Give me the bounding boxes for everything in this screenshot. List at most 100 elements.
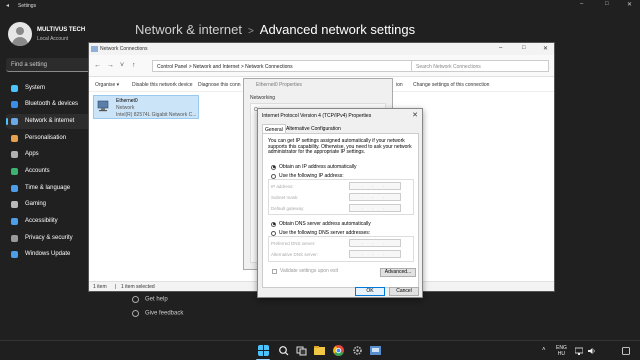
sidebar-item-label: Personalisation — [25, 135, 67, 141]
adapter-ethernet0[interactable]: Ethernet0 Network Intel(R) 82574L Gigabi… — [93, 95, 199, 119]
accessibility-icon — [11, 218, 18, 225]
breadcrumb-parent[interactable]: Network & internet — [135, 22, 242, 37]
back-icon[interactable]: ← — [94, 62, 101, 69]
diagnose-command[interactable]: Diagnose this conn — [198, 82, 241, 88]
ip-address-field[interactable]: . . . — [349, 182, 401, 190]
sidebar-item-label: System — [25, 85, 46, 91]
language-indicator[interactable]: ENG HU — [556, 345, 567, 357]
radio-selected-icon — [271, 164, 276, 170]
obtain-dns-automatically-radio[interactable]: Obtain DNS server address automatically — [271, 221, 371, 227]
maximize-button[interactable]: □ — [605, 1, 609, 7]
nc-minimize-button[interactable]: – — [499, 45, 502, 51]
selection-indicator — [6, 118, 8, 125]
selected-count: 1 item selected — [121, 284, 155, 290]
sidebar-item-label: Privacy & security — [25, 235, 73, 241]
search-icon[interactable] — [278, 345, 289, 356]
change-settings-command[interactable]: Change settings of this connection — [413, 82, 489, 88]
path-network-internet[interactable]: Network and Internet — [193, 64, 239, 70]
brush-icon — [11, 135, 18, 142]
preferred-dns-field[interactable]: . . . — [349, 239, 401, 247]
ok-button[interactable]: OK — [355, 287, 385, 296]
network-adapter-icon — [97, 100, 109, 112]
nc-search-input[interactable]: Search Network Connections — [411, 60, 549, 72]
nc-titlebar: Network Connections – □ ✕ — [89, 43, 554, 55]
forward-icon[interactable]: → — [107, 62, 114, 69]
general-panel: You can get IP settings assigned automat… — [262, 133, 419, 288]
adapter-status: Network — [116, 105, 135, 111]
wifi-icon — [11, 118, 18, 125]
nc-close-button[interactable]: ✕ — [543, 45, 548, 52]
validate-settings-checkbox[interactable]: Validate settings upon exit — [272, 268, 338, 274]
path-separator: > — [188, 64, 192, 70]
settings-app-title: Settings — [18, 3, 37, 9]
sidebar-item-label: Apps — [25, 151, 39, 157]
subnet-mask-field[interactable]: . . . — [349, 193, 401, 201]
sidebar-item-label: Windows Update — [25, 251, 71, 257]
organise-menu[interactable]: Organise ▾ — [95, 82, 119, 88]
monitor-icon — [11, 85, 18, 92]
apps-icon — [11, 151, 18, 158]
tab-general[interactable]: General — [262, 124, 286, 133]
subnet-mask-label: Subnet mask: — [271, 195, 299, 200]
adapter-name: Ethernet0 — [116, 98, 138, 104]
status-separator: | — [115, 284, 117, 290]
avatar[interactable] — [8, 22, 32, 46]
ip-settings-description: You can get IP settings assigned automat… — [268, 138, 412, 156]
sidebar-item-label: Gaming — [25, 201, 47, 207]
obtain-ip-automatically-radio[interactable]: Obtain an IP address automatically — [271, 164, 356, 170]
settings-gear-icon[interactable] — [352, 345, 363, 356]
ethernet-properties-title: Ethernet0 Properties — [256, 82, 302, 88]
network-status-icon[interactable] — [575, 347, 583, 355]
preferred-dns-label: Preferred DNS server: — [271, 241, 316, 246]
get-help-link[interactable]: Get help — [132, 296, 168, 303]
path-network-connections[interactable]: Network Connections — [245, 64, 293, 70]
dialog-close-button[interactable]: ✕ — [412, 111, 418, 119]
sidebar-item-label: Bluetooth & devices — [25, 101, 79, 107]
ip-address-label: IP address: — [271, 184, 294, 189]
disable-device-command[interactable]: Disable this network device — [132, 82, 193, 88]
gamepad-icon — [11, 201, 18, 208]
sidebar-item-label: Accessibility — [25, 218, 58, 224]
close-button[interactable]: ✕ — [627, 1, 632, 8]
give-feedback-link[interactable]: Give feedback — [132, 310, 183, 317]
tab-alternative-configuration[interactable]: Alternative Configuration — [284, 124, 343, 133]
radio-unselected-icon — [271, 230, 276, 236]
up-icon[interactable]: ↑ — [132, 62, 136, 69]
advanced-button[interactable]: Advanced... — [380, 268, 416, 277]
default-gateway-label: Default gateway: — [271, 206, 305, 211]
file-explorer-icon[interactable] — [314, 345, 325, 356]
windows-start-icon[interactable] — [258, 345, 269, 356]
default-gateway-field[interactable]: . . . — [349, 204, 401, 212]
network-connections-icon[interactable] — [370, 345, 381, 356]
settings-titlebar: ◂ Settings – □ ✕ — [0, 0, 640, 12]
adapter-device: Intel(R) 82574L Gigabit Network C... — [116, 112, 197, 118]
minimize-button[interactable]: – — [580, 1, 583, 7]
feedback-icon — [132, 310, 139, 317]
recent-chevron-icon[interactable]: ˅ — [120, 62, 124, 69]
nc-maximize-button[interactable]: □ — [522, 45, 526, 51]
chevron-up-icon[interactable]: ˄ — [542, 347, 546, 353]
alternative-dns-field[interactable]: . . . — [349, 250, 401, 258]
chrome-icon[interactable] — [333, 345, 344, 356]
radio-unselected-icon — [271, 173, 276, 179]
tab-networking[interactable]: Networking — [250, 95, 275, 101]
command-fragment[interactable]: ion — [396, 82, 403, 88]
search-placeholder: Find a setting — [11, 62, 48, 68]
dialog-title: Internet Protocol Version 4 (TCP/IPv4) P… — [262, 113, 372, 119]
sidebar-item-label: Network & internet — [25, 118, 75, 124]
network-folder-icon — [91, 46, 98, 52]
back-arrow-icon[interactable]: ◂ — [6, 2, 9, 9]
address-bar: ← → ˅ ↑ Control Panel > Network and Inte… — [89, 55, 554, 77]
radio-label: Obtain DNS server address automatically — [279, 221, 371, 227]
task-view-icon[interactable] — [296, 345, 307, 356]
locale-code: HU — [557, 351, 566, 357]
notification-icon[interactable] — [622, 347, 630, 355]
alternative-dns-label: Alternative DNS server: — [271, 252, 319, 257]
path-control-panel[interactable]: Control Panel — [157, 64, 187, 70]
cancel-button[interactable]: Cancel — [389, 287, 419, 296]
path-separator: > — [240, 64, 244, 70]
breadcrumb: Network & internet > Advanced network sett… — [135, 22, 415, 37]
volume-icon[interactable] — [588, 347, 596, 355]
sidebar-item-label: Accounts — [25, 168, 50, 174]
shield-icon — [11, 235, 18, 242]
